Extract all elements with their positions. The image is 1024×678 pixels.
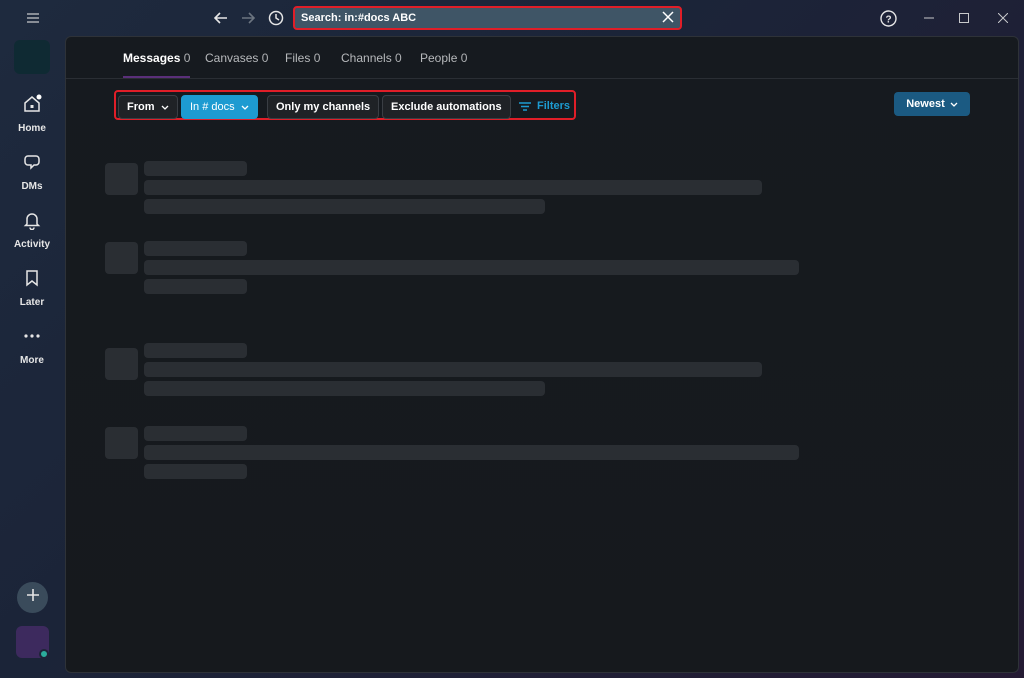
tab-label: People	[420, 51, 458, 65]
skeleton-line	[144, 161, 247, 176]
tab-files[interactable]: Files 0	[285, 51, 320, 65]
chevron-down-icon	[950, 102, 958, 107]
skeleton-line	[144, 362, 762, 377]
skeleton-line	[144, 381, 545, 396]
rail-item-activity[interactable]: Activity	[0, 210, 64, 250]
rail-item-later[interactable]: Later	[0, 268, 64, 308]
chevron-down-icon	[241, 105, 249, 110]
tab-label: Messages	[123, 51, 181, 65]
home-icon	[22, 94, 42, 119]
workspace-icon[interactable]	[14, 40, 50, 74]
skeleton-line	[144, 464, 247, 479]
tab-label: Canvases	[205, 51, 259, 65]
results-tabs: Messages 0 Canvases 0 Files 0 Channels 0…	[66, 37, 1018, 79]
bookmark-icon	[22, 268, 42, 293]
rail-item-home[interactable]: Home	[0, 94, 64, 134]
skeleton-line	[144, 241, 247, 256]
tab-label: Channels	[341, 51, 392, 65]
search-input[interactable]: Search: in:#docs ABC	[293, 6, 682, 30]
rail-label-more: More	[20, 355, 44, 366]
bell-icon	[22, 210, 42, 235]
help-icon[interactable]: ?	[878, 8, 898, 28]
rail-item-dms[interactable]: DMs	[0, 152, 64, 192]
presence-indicator	[39, 649, 49, 659]
rail-label-activity: Activity	[13, 239, 51, 250]
minimize-icon[interactable]	[920, 9, 938, 27]
filter-icon	[519, 101, 531, 111]
dms-icon	[22, 152, 42, 177]
skeleton-line	[144, 279, 247, 294]
only-my-channels-toggle[interactable]: Only my channels	[267, 95, 380, 119]
tab-canvases[interactable]: Canvases 0	[205, 51, 268, 65]
back-arrow-icon[interactable]	[212, 9, 230, 27]
search-results-panel: Messages 0 Canvases 0 Files 0 Channels 0…	[65, 36, 1019, 673]
plus-icon	[25, 587, 41, 608]
search-text: Search: in:#docs ABC	[301, 12, 417, 24]
skeleton-avatar	[105, 163, 138, 195]
from-filter-button[interactable]: From	[118, 95, 178, 119]
filters-button[interactable]: Filters	[519, 100, 570, 112]
chevron-down-icon	[161, 105, 169, 110]
history-icon[interactable]	[266, 8, 286, 28]
in-channel-filter-label: In # docs	[190, 101, 235, 113]
skeleton-line	[144, 199, 545, 214]
close-icon[interactable]	[662, 11, 674, 26]
rail-item-more[interactable]: More	[0, 326, 64, 366]
tab-label: Files	[285, 51, 311, 65]
skeleton-line	[144, 445, 799, 460]
from-filter-label: From	[127, 101, 155, 113]
rail-label-later: Later	[19, 297, 45, 308]
tab-messages[interactable]: Messages 0	[123, 51, 191, 78]
in-channel-filter-button[interactable]: In # docs	[181, 95, 258, 119]
add-workspace-button[interactable]	[17, 582, 48, 613]
tab-count: 0	[261, 51, 269, 65]
tab-count: 0	[460, 51, 468, 65]
skeleton-line	[144, 260, 799, 275]
skeleton-avatar	[105, 348, 138, 380]
filter-bar: From In # docs Only my channels Exclude …	[114, 90, 576, 120]
sort-newest-button[interactable]: Newest	[894, 92, 970, 116]
title-bar: Search: in:#docs ABC ?	[0, 0, 1024, 36]
more-icon	[22, 326, 42, 351]
tab-channels[interactable]: Channels 0	[341, 51, 402, 65]
maximize-icon[interactable]	[955, 9, 973, 27]
skeleton-line	[144, 180, 762, 195]
skeleton-line	[144, 426, 247, 441]
menu-icon[interactable]	[24, 10, 42, 26]
svg-text:?: ?	[885, 14, 891, 25]
exclude-automations-toggle[interactable]: Exclude automations	[382, 95, 511, 119]
skeleton-avatar	[105, 427, 138, 459]
skeleton-avatar	[105, 242, 138, 274]
rail-label-home: Home	[18, 123, 46, 134]
tab-count: 0	[313, 51, 321, 65]
tab-count: 0	[395, 51, 402, 65]
exclude-automations-label: Exclude automations	[391, 101, 502, 113]
sort-label: Newest	[906, 98, 945, 110]
rail-label-dms: DMs	[21, 181, 43, 192]
forward-arrow-icon[interactable]	[239, 9, 257, 27]
skeleton-line	[144, 343, 247, 358]
tab-people[interactable]: People 0	[420, 51, 467, 65]
filters-label: Filters	[537, 100, 571, 112]
tab-count: 0	[183, 51, 191, 65]
window-close-icon[interactable]	[994, 9, 1012, 27]
only-my-channels-label: Only my channels	[276, 101, 371, 113]
